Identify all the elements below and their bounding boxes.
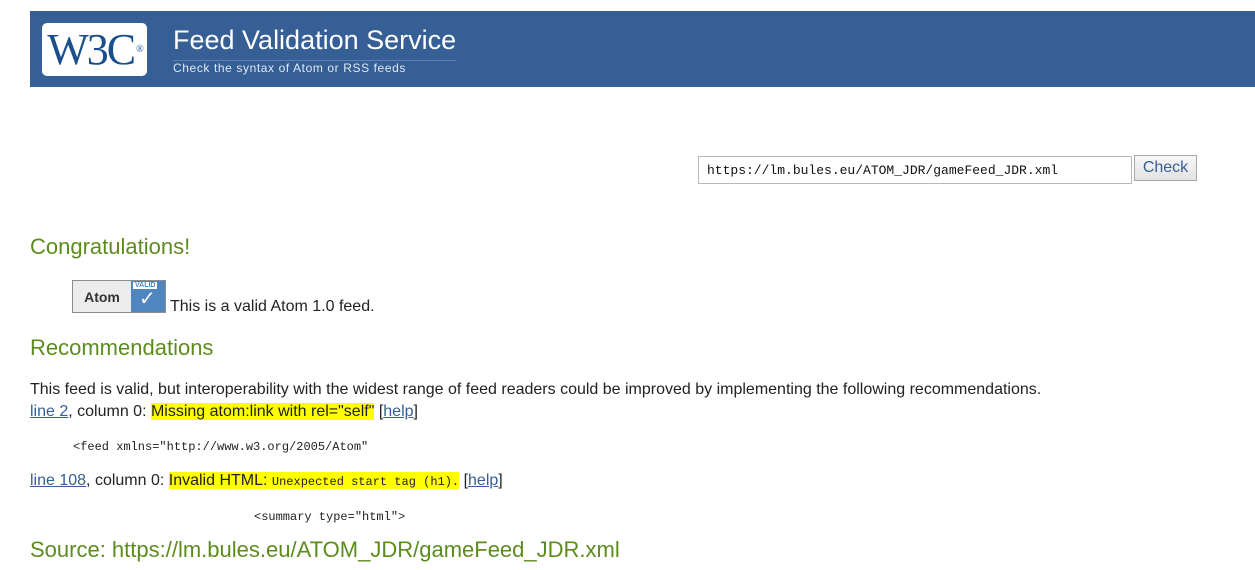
recommendations-intro: This feed is valid, but interoperability… xyxy=(30,381,1042,398)
help-open: [ xyxy=(459,472,469,489)
column-text: , column 0: xyxy=(68,403,151,420)
valid-atom-badge: Atom VALID ✓ xyxy=(72,280,166,313)
page-subtitle: Check the syntax of Atom or RSS feeds xyxy=(173,61,406,75)
warning-message-text: Invalid HTML: xyxy=(168,472,272,489)
help-close: ] xyxy=(498,472,503,489)
line-link[interactable]: line 108 xyxy=(30,472,86,489)
recommendation-item: line 108, column 0: Invalid HTML: Unexpe… xyxy=(30,472,503,490)
congratulations-heading: Congratulations! xyxy=(30,234,191,259)
w3c-logo-text: W3C xyxy=(47,25,136,74)
header-banner: W3C ® Feed Validation Service Check the s… xyxy=(30,11,1255,87)
recommendations-heading: Recommendations xyxy=(30,335,214,360)
source-heading[interactable]: Source: https://lm.bules.eu/ATOM_JDR/gam… xyxy=(30,537,620,563)
line-link[interactable]: line 2 xyxy=(30,403,68,420)
badge-atom-label: Atom xyxy=(84,288,120,305)
help-link[interactable]: help xyxy=(383,403,413,420)
badge-check-panel: VALID ✓ xyxy=(131,281,165,312)
help-close: ] xyxy=(413,403,418,420)
warning-message: Invalid HTML: Unexpected start tag (h1). xyxy=(168,472,460,489)
help-open: [ xyxy=(374,403,384,420)
code-excerpt: <feed xmlns="http://www.w3.org/2005/Atom… xyxy=(73,440,369,454)
w3c-logo[interactable]: W3C ® xyxy=(42,23,147,76)
warning-message: Missing atom:link with rel="self" xyxy=(150,403,375,420)
warning-message-code: Unexpected start tag (h1). xyxy=(271,475,460,489)
page-title: Feed Validation Service xyxy=(173,25,457,61)
column-text: , column 0: xyxy=(86,472,169,489)
checkmark-icon: ✓ xyxy=(139,288,156,310)
valid-feed-message: This is a valid Atom 1.0 feed. xyxy=(170,298,375,315)
code-excerpt: <summary type="html"> xyxy=(254,510,406,524)
recommendation-item: line 2, column 0: Missing atom:link with… xyxy=(30,403,418,421)
help-link[interactable]: help xyxy=(468,472,498,489)
registered-mark: ® xyxy=(136,44,143,55)
feed-url-input[interactable] xyxy=(698,156,1132,184)
check-button[interactable]: Check xyxy=(1134,155,1197,181)
